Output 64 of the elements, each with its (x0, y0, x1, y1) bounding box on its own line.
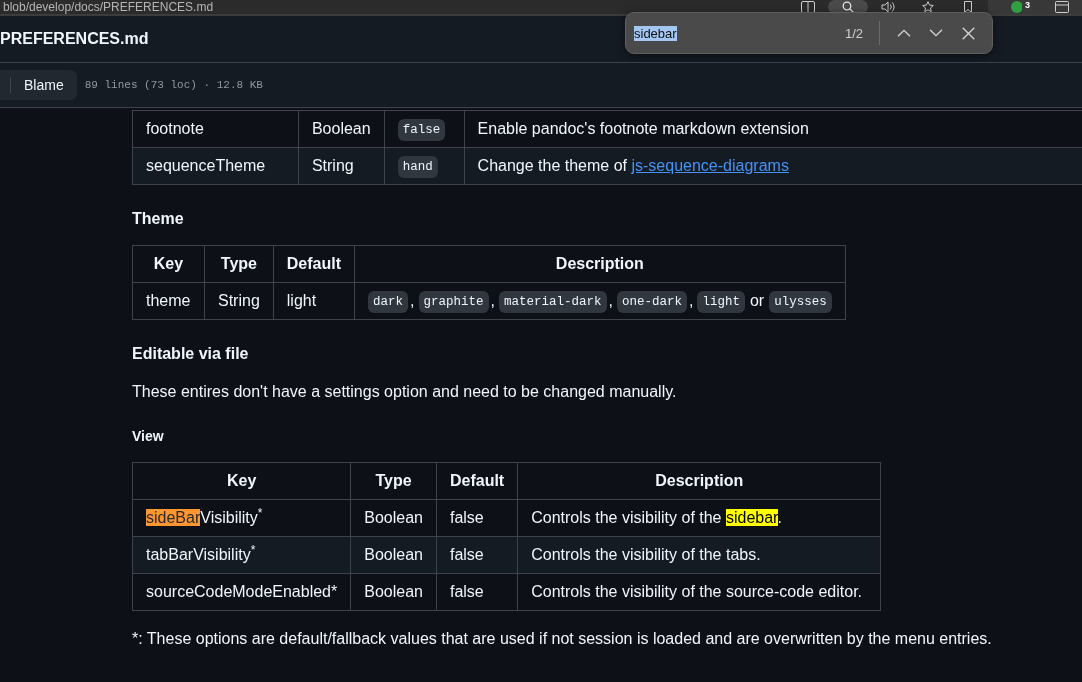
blame-button[interactable]: Blame (0, 70, 77, 100)
paragraph-text: These entires don't have a settings option and need to be changed manually. (132, 382, 678, 402)
column-header: Description (517, 462, 881, 499)
table-cell: Controls the visibility of the tabs. (517, 536, 881, 573)
code-value: light (697, 290, 745, 313)
table-cell: false (436, 536, 518, 573)
code-value: one-dark (616, 290, 687, 313)
table-cell: Boolean (350, 573, 437, 610)
column-header: Type (350, 462, 437, 499)
table-cell: sequenceTheme (132, 147, 299, 185)
column-header: Type (204, 245, 274, 283)
table-cell: tabBarVisibility$^{*}$ (132, 536, 351, 573)
link[interactable]: js-sequence-diagrams (631, 157, 789, 174)
speaker-icon (881, 1, 895, 13)
match-count: 1/2 (844, 25, 863, 41)
separator-text: , (688, 292, 694, 309)
table-cell: Boolean (350, 499, 437, 536)
code-value: dark (368, 290, 409, 313)
code-value: graphite (418, 290, 489, 313)
close-icon (961, 26, 975, 40)
split-screen-icon (801, 1, 815, 13)
column-header: Default (273, 245, 355, 283)
find-field[interactable]: sidebar (634, 20, 837, 46)
window-icon (1055, 1, 1069, 13)
section-heading: Editable via file (132, 344, 250, 364)
conjunction-text: or (749, 292, 765, 309)
separator-text: , (490, 292, 495, 309)
separator-text: , (410, 292, 415, 309)
paragraph-text: *: These options are default/fallback values that are used if not session is loaded and are overwritten by the menu entries. (132, 628, 993, 649)
code-value: false (397, 118, 446, 141)
separator-text: , (608, 292, 613, 309)
table-cell: false (436, 499, 518, 536)
table-cell: sourceCodeModeEnabled* (132, 573, 351, 610)
table-cell: Boolean (298, 110, 385, 148)
column-header: Description (354, 245, 846, 283)
code-value: hand (397, 155, 438, 178)
table-cell: String (298, 147, 385, 185)
code-value: material-dark (498, 290, 607, 313)
subsection-heading: View (132, 428, 165, 446)
description-text: Change the theme of js-sequence-diagrams (477, 157, 789, 174)
table-cell: footnote (132, 110, 299, 148)
address-field[interactable]: blob/develop/docs/PREFERENCES.md (0, 0, 788, 14)
section-heading: Theme (132, 209, 185, 229)
table-cell: light (273, 282, 355, 320)
table-cell: String (204, 282, 274, 320)
column-header: Key (132, 245, 205, 283)
chevron-up-icon (897, 29, 911, 37)
table-cell: Controls the visibility of the source-code editor. (517, 573, 881, 610)
table-cell: theme (132, 282, 205, 320)
notification-badge: 3 (1022, 0, 1033, 11)
chevron-down-icon (929, 29, 943, 37)
code-value: ulysses (769, 290, 832, 313)
table-cell: false (436, 573, 518, 610)
column-header: Key (132, 462, 351, 499)
circle-icon (1011, 1, 1023, 13)
star-icon (922, 1, 934, 13)
file-stats: 89 lines (73 loc) · 12.8 KB (84, 78, 263, 92)
table-cell: Enable pandoc's footnote markdown extension (464, 110, 1082, 148)
bookmark-icon (963, 1, 973, 13)
file-title: PREFERENCES.md (0, 29, 149, 49)
table-cell: Boolean (350, 536, 437, 573)
search-icon (842, 1, 854, 13)
column-header: Default (436, 462, 518, 499)
table-cell: Controls the visibility of the sidebar. (517, 499, 881, 536)
